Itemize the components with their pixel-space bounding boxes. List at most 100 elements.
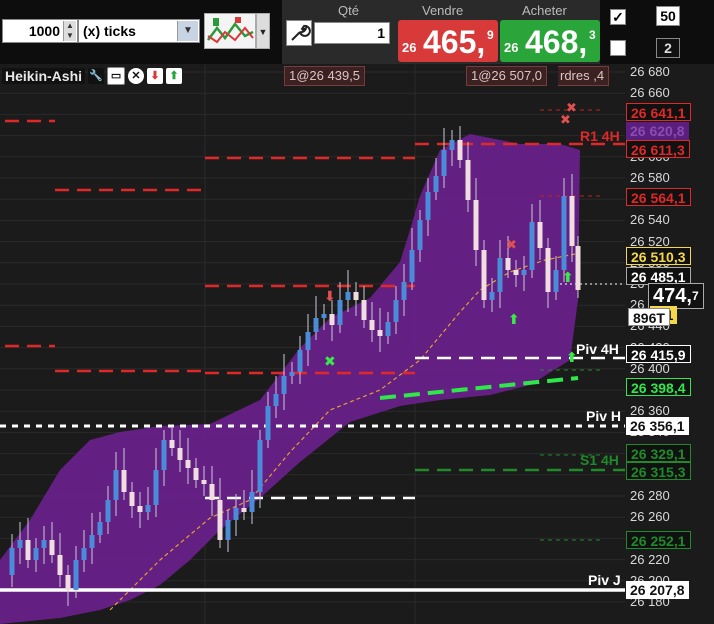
bull-candle xyxy=(313,318,319,332)
bull-candle xyxy=(305,332,311,350)
bull-candle xyxy=(153,470,159,505)
wrench-icon xyxy=(291,24,311,41)
bull-candle xyxy=(393,300,399,322)
axis-tick-label: 26 360 xyxy=(630,403,670,419)
exit-cross-green: ✖ xyxy=(324,354,336,370)
bull-candle xyxy=(425,192,431,220)
bear-candle xyxy=(169,440,175,448)
tick-count-value: 1000 xyxy=(28,23,60,39)
indicator-header: Heikin-Ashi 🔧 ▭ ✕ ⬇ ⬆ xyxy=(2,66,183,86)
stepper-arrows-icon[interactable]: ▲ ▼ xyxy=(63,21,76,41)
bull-candle xyxy=(409,250,415,282)
axis-label-green-level: 26 329,1 xyxy=(626,444,691,462)
order-panel: Qté 1 Vendre Acheter 26 465, 9 26 468, 3 xyxy=(282,0,600,64)
axis-tick-label: 26 580 xyxy=(630,170,670,185)
bull-candle xyxy=(561,196,567,270)
bull-candle xyxy=(401,282,407,300)
option-number-1[interactable]: 50 xyxy=(656,6,680,26)
bull-candle xyxy=(225,520,231,540)
bear-candle xyxy=(377,330,383,336)
envelope-band xyxy=(0,134,580,624)
buy-button[interactable]: 26 468, 3 xyxy=(500,20,600,62)
sell-price-prefix: 26 xyxy=(402,40,417,55)
orders-flag[interactable]: rdres ,4 xyxy=(558,66,610,86)
bear-candle xyxy=(537,222,543,248)
buy-price-prefix: 26 xyxy=(504,40,519,55)
bear-candle xyxy=(129,492,135,506)
strategy-dropdown[interactable]: ▼ xyxy=(256,13,270,49)
bull-candle xyxy=(529,222,535,270)
tick-unit-select[interactable]: (x) ticks ▼ xyxy=(78,19,200,43)
axis-label-s14h: 26 315,3 xyxy=(626,462,691,480)
bear-candle xyxy=(201,480,207,484)
bull-candle xyxy=(337,300,343,325)
position-flag-right[interactable]: 1@26 507,0 xyxy=(466,66,548,86)
quantity-label: Qté xyxy=(338,3,359,18)
strategy-chart-icon xyxy=(207,17,254,44)
bull-candle xyxy=(145,505,151,512)
level-label-pivh: Piv H xyxy=(586,408,622,424)
sell-button[interactable]: 26 465, 9 xyxy=(398,20,498,62)
level-label-r1-4h: R1 4H xyxy=(580,128,620,144)
buy-price-fraction: 3 xyxy=(589,28,596,42)
axis-label-pivj: 26 207,8 xyxy=(626,581,689,599)
bull-candle xyxy=(113,470,119,500)
order-settings-button[interactable] xyxy=(286,20,312,46)
bull-candle xyxy=(41,540,47,548)
bear-candle xyxy=(473,200,479,250)
up-arrow-icon[interactable]: ⬆ xyxy=(166,68,183,84)
bear-candle xyxy=(465,160,471,200)
bull-candle xyxy=(297,350,303,372)
bull-candle xyxy=(33,548,39,560)
bull-candle xyxy=(233,508,239,520)
bull-candle xyxy=(489,292,495,300)
bull-candle xyxy=(273,394,279,406)
bear-candle xyxy=(569,196,575,246)
axis-label-green-low: 26 252,1 xyxy=(626,531,691,549)
bull-candle xyxy=(9,548,15,575)
bear-candle xyxy=(25,540,31,560)
bear-candle xyxy=(457,140,463,160)
bear-candle xyxy=(481,250,487,300)
bull-candle xyxy=(105,500,111,522)
down-arrow-icon[interactable]: ⬇ xyxy=(147,68,164,84)
position-flag-left[interactable]: 1@26 439,5 xyxy=(284,66,366,86)
option-checkbox-2[interactable] xyxy=(610,40,626,56)
bear-candle xyxy=(65,575,71,590)
level-label-piv4h: Piv 4H xyxy=(576,341,619,357)
chevron-down-icon[interactable]: ▼ xyxy=(177,21,198,41)
exit-cross-red: ✖ xyxy=(506,238,517,253)
close-icon[interactable]: ✕ xyxy=(128,68,145,84)
last-price-fraction: 7 xyxy=(691,289,699,303)
last-price-main: 474, xyxy=(653,285,692,307)
bull-candle xyxy=(289,372,295,376)
bull-candle xyxy=(249,492,255,512)
axis-label-trendline: 26 398,4 xyxy=(626,378,691,396)
bear-candle xyxy=(121,470,127,492)
option-number-2[interactable]: 2 xyxy=(656,38,680,58)
axis-label-r1-4h: 26 611,3 xyxy=(626,140,690,158)
bull-candle xyxy=(497,258,503,292)
axis-label-yellow-level: 26 510,3 xyxy=(626,247,691,265)
axis-tick-label: 26 280 xyxy=(630,488,670,503)
window-icon[interactable]: ▭ xyxy=(107,67,126,85)
bull-candle xyxy=(81,548,87,560)
wrench-icon[interactable]: 🔧 xyxy=(88,68,105,84)
bear-candle xyxy=(177,448,183,460)
option-checkbox-1[interactable]: ✓ xyxy=(610,9,626,25)
bull-candle xyxy=(17,540,23,548)
bull-candle xyxy=(345,292,351,300)
ticks-remaining-badge: 896T xyxy=(628,308,670,326)
bear-candle xyxy=(49,540,55,555)
bear-candle xyxy=(369,320,375,330)
tick-unit-value: (x) ticks xyxy=(83,23,136,39)
bull-candle xyxy=(417,220,423,250)
quantity-input[interactable]: 1 xyxy=(314,22,390,44)
tick-count-stepper[interactable]: 1000 ▲ ▼ xyxy=(2,19,78,43)
buy-label: Acheter xyxy=(522,3,567,18)
buy-signal-marker: ⬆ xyxy=(508,312,520,328)
strategy-button[interactable] xyxy=(204,13,256,49)
bear-candle xyxy=(217,500,223,540)
sell-price-main: 465, xyxy=(423,24,486,60)
bear-candle xyxy=(361,300,367,320)
